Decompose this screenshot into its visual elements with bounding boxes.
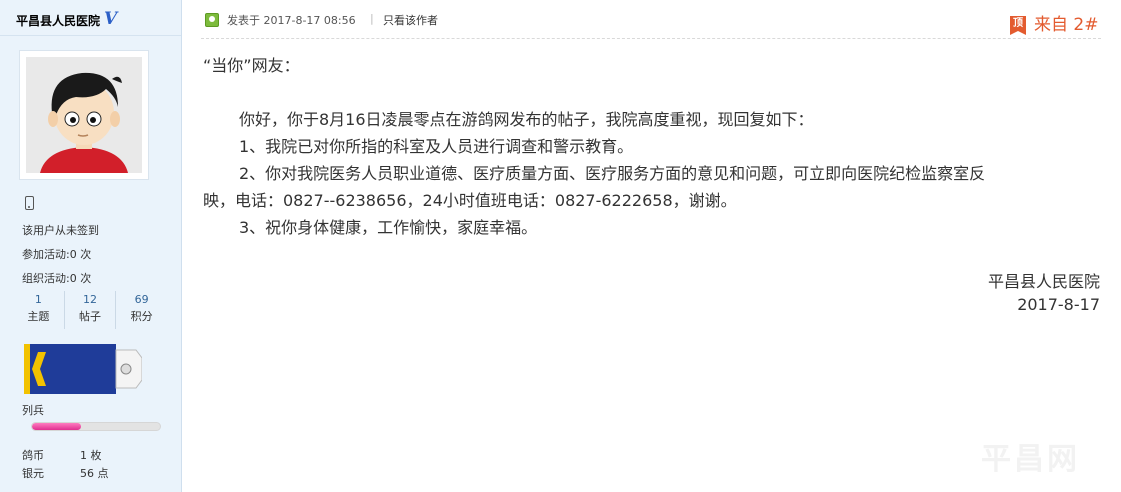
silver-value: 56 点	[80, 467, 109, 480]
stat-posts-value: 12	[83, 293, 97, 306]
signature-org: 平昌县人民医院	[987, 272, 1100, 291]
rank-progress-bar	[31, 422, 161, 431]
stat-points-value: 69	[134, 293, 149, 306]
vip-badge-icon[interactable]: V	[104, 9, 117, 29]
ding-icon[interactable]: 顶	[1010, 16, 1026, 35]
activities-joined: 参加活动:0 次	[22, 246, 91, 262]
stat-threads-value: 1	[34, 293, 42, 306]
rank-progress-fill	[32, 423, 81, 430]
activities-joined-label: 参加活动:	[22, 248, 70, 261]
activities-organized: 组织活动:0 次	[22, 270, 91, 286]
stat-threads[interactable]: 1 主题	[13, 291, 65, 329]
coins-label: 鸽币	[22, 449, 44, 462]
post-greeting: “当你”网友：	[203, 56, 300, 75]
floor-number[interactable]: 来自 2#	[1034, 10, 1098, 35]
post-line-4: 映，电话：0827--6238656，24小时值班电话：0827-6222658…	[203, 191, 737, 210]
header-divider	[201, 38, 1101, 39]
avatar-image	[26, 57, 142, 173]
stat-posts-label: 帖子	[79, 310, 101, 323]
post-line-3: 2、你对我院医务人员职业道德、医疗质量方面、医疗服务方面的意见和问题，可立即向医…	[239, 164, 986, 183]
rank-title: 列兵	[22, 404, 44, 417]
post-date: 发表于 2017-8-17 08:56	[227, 14, 356, 27]
author-name[interactable]: 平昌县人民医院	[16, 12, 100, 29]
header-separator: |	[370, 12, 374, 25]
stat-posts[interactable]: 12 帖子	[65, 291, 117, 329]
site-watermark: 平昌网	[981, 442, 1080, 477]
online-status-icon	[205, 13, 219, 27]
mobile-icon[interactable]	[25, 196, 34, 210]
only-author-link[interactable]: 只看该作者	[383, 12, 438, 28]
post-line-2: 1、我院已对你所指的科室及人员进行调查和警示教育。	[239, 137, 634, 156]
silver-label: 银元	[22, 467, 44, 480]
avatar[interactable]	[19, 50, 149, 180]
stat-points[interactable]: 69 积分	[116, 291, 167, 329]
signature-date: 2017-8-17	[1017, 295, 1100, 314]
sidebar-divider	[0, 35, 181, 36]
post-header: 发表于 2017-8-17 08:56 | 只看该作者 顶 来自 2#	[183, 0, 1121, 38]
author-stats: 1 主题 12 帖子 69 积分	[13, 291, 167, 329]
stat-threads-label: 主题	[27, 310, 50, 323]
activities-organized-count: 0 次	[69, 272, 92, 285]
post-line-1: 你好，你于8月16日凌晨零点在游鸽网发布的帖子，我院高度重视，现回复如下：	[239, 110, 814, 129]
activities-joined-count: 0 次	[69, 248, 92, 261]
checkin-status: 该用户从未签到	[22, 224, 99, 237]
coins-value: 1 枚	[80, 449, 102, 462]
author-sidebar: 平昌县人民医院 V 该用户从未签到 参加活动:0 次 组织活动:0 次 1 主题…	[0, 0, 182, 492]
post-line-5: 3、祝你身体健康，工作愉快，家庭幸福。	[239, 218, 538, 237]
rank-badge-icon	[24, 344, 142, 394]
activities-organized-label: 组织活动:	[22, 272, 70, 285]
stat-points-label: 积分	[130, 310, 153, 323]
